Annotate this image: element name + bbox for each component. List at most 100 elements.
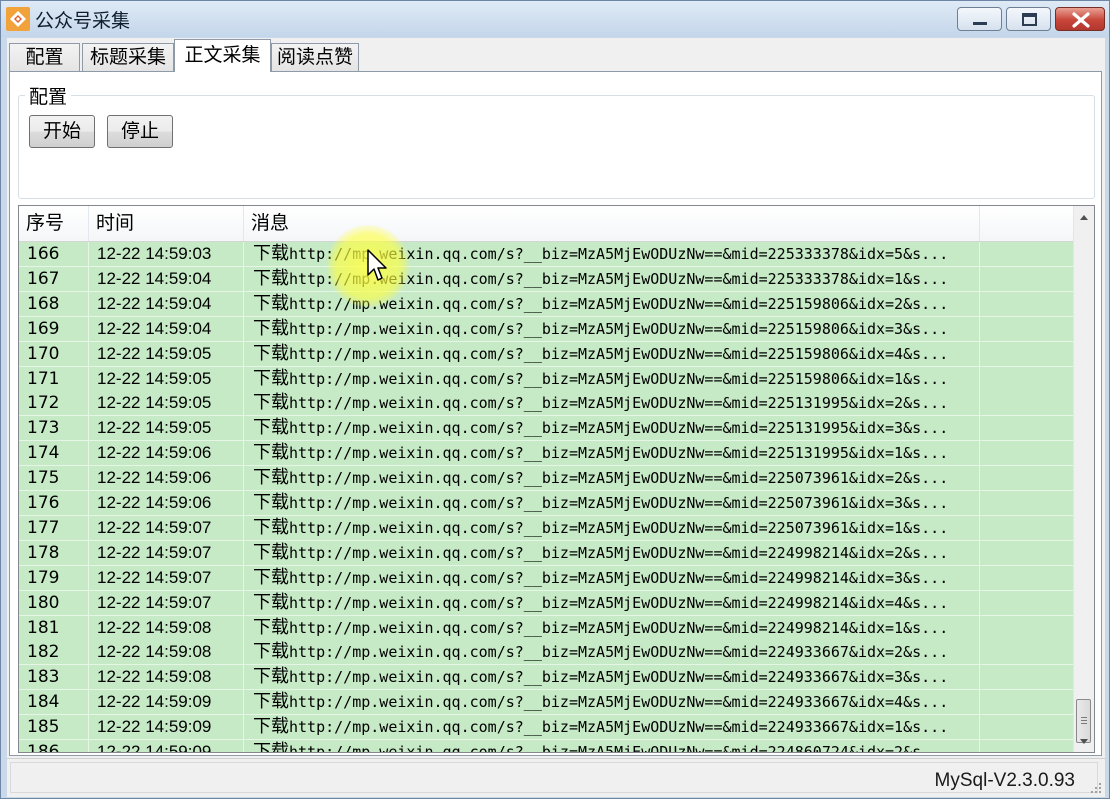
row-message-url: http://mp.weixin.qq.com/s?__biz=MzA5MjEw… xyxy=(289,618,949,637)
row-message-prefix: 下载 xyxy=(253,492,289,513)
row-empty-cell xyxy=(980,391,1075,416)
row-message-url: http://mp.weixin.qq.com/s?__biz=MzA5MjEw… xyxy=(289,369,949,388)
row-time: 12-22 14:59:07 xyxy=(89,515,244,540)
stop-button[interactable]: 停止 xyxy=(107,115,173,148)
minimize-icon xyxy=(973,22,987,25)
table-row[interactable]: 170 12-22 14:59:05 下载http://mp.weixin.qq.c… xyxy=(19,341,1075,367)
table-row[interactable]: 168 12-22 14:59:04 下载http://mp.weixin.qq.c… xyxy=(19,291,1075,317)
table-row[interactable]: 173 12-22 14:59:05 下载http://mp.weixin.qq.c… xyxy=(19,416,1075,442)
row-message-prefix: 下载 xyxy=(253,666,289,688)
row-empty-cell xyxy=(980,715,1075,740)
tab-read-like[interactable]: 阅读点赞 xyxy=(271,43,359,71)
row-message-prefix: 下载 xyxy=(253,741,289,753)
row-empty-cell xyxy=(980,740,1075,752)
row-seq: 182 xyxy=(19,640,89,665)
log-listview[interactable]: 序号 时间 消息 166 12-22 14:59:03 下载http://mp.we… xyxy=(18,205,1095,753)
table-row[interactable]: 176 12-22 14:59:06 下载http://mp.weixin.qq.c… xyxy=(19,491,1075,516)
table-row[interactable]: 184 12-22 14:59:09 下载http://mp.weixin.qq.c… xyxy=(19,690,1075,716)
tab-config[interactable]: 配置 xyxy=(9,43,80,71)
table-row[interactable]: 169 12-22 14:59:04 下载http://mp.weixin.qq.c… xyxy=(19,316,1075,342)
row-message: 下载http://mp.weixin.qq.com/s?__biz=MzA5Mj… xyxy=(244,615,980,640)
row-seq: 171 xyxy=(19,366,89,391)
table-row[interactable]: 181 12-22 14:59:08 下载http://mp.weixin.qq.c… xyxy=(19,615,1075,641)
row-message-url: http://mp.weixin.qq.com/s?__biz=MzA5MjEw… xyxy=(289,294,949,313)
row-message: 下载http://mp.weixin.qq.com/s?__biz=MzA5Mj… xyxy=(244,416,980,441)
vertical-scrollbar[interactable] xyxy=(1073,206,1094,752)
row-time: 12-22 14:59:08 xyxy=(89,665,244,690)
row-message-url: http://mp.weixin.qq.com/s?__biz=MzA5MjEw… xyxy=(289,394,949,413)
row-message-url: http://mp.weixin.qq.com/s?__biz=MzA5MjEw… xyxy=(289,643,949,662)
table-row[interactable]: 178 12-22 14:59:07 下载http://mp.weixin.qq.c… xyxy=(19,540,1075,566)
row-seq: 176 xyxy=(19,491,89,515)
table-row[interactable]: 166 12-22 14:59:03 下载http://mp.weixin.qq.c… xyxy=(19,242,1075,267)
mouse-cursor-icon xyxy=(367,249,387,281)
row-time: 12-22 14:59:05 xyxy=(89,416,244,441)
row-time: 12-22 14:59:03 xyxy=(89,242,244,266)
row-message: 下载http://mp.weixin.qq.com/s?__biz=MzA5Mj… xyxy=(244,590,980,615)
row-message: 下载http://mp.weixin.qq.com/s?__biz=MzA5Mj… xyxy=(244,491,980,515)
start-button[interactable]: 开始 xyxy=(29,115,95,148)
table-row[interactable]: 183 12-22 14:59:08 下载http://mp.weixin.qq.c… xyxy=(19,665,1075,691)
title-bar[interactable]: 公众号采集 xyxy=(1,1,1109,37)
row-message-prefix: 下载 xyxy=(253,591,289,613)
table-row[interactable]: 180 12-22 14:59:07 下载http://mp.weixin.qq.c… xyxy=(19,590,1075,616)
table-row[interactable]: 174 12-22 14:59:06 下载http://mp.weixin.qq.c… xyxy=(19,441,1075,467)
table-row[interactable]: 185 12-22 14:59:09 下载http://mp.weixin.qq.c… xyxy=(19,715,1075,741)
row-message-url: http://mp.weixin.qq.com/s?__biz=MzA5MjEw… xyxy=(289,518,949,537)
tab-title-collect[interactable]: 标题采集 xyxy=(82,43,174,71)
table-row[interactable]: 172 12-22 14:59:05 下载http://mp.weixin.qq.c… xyxy=(19,391,1075,417)
row-seq: 169 xyxy=(19,316,89,341)
row-time: 12-22 14:59:08 xyxy=(89,615,244,640)
column-header-seq[interactable]: 序号 xyxy=(19,206,89,241)
row-message-prefix: 下载 xyxy=(253,442,289,464)
scroll-down-icon[interactable] xyxy=(1074,731,1094,751)
table-row[interactable]: 182 12-22 14:59:08 下载http://mp.weixin.qq.c… xyxy=(19,640,1075,666)
row-time: 12-22 14:59:07 xyxy=(89,565,244,590)
row-message-prefix: 下载 xyxy=(253,417,289,439)
column-header-message[interactable]: 消息 xyxy=(244,206,980,241)
row-empty-cell xyxy=(980,665,1075,690)
row-message-url: http://mp.weixin.qq.com/s?__biz=MzA5MjEw… xyxy=(289,494,949,512)
row-message: 下载http://mp.weixin.qq.com/s?__biz=MzA5Mj… xyxy=(244,291,980,316)
row-empty-cell xyxy=(980,316,1075,341)
column-header-time[interactable]: 时间 xyxy=(89,206,244,241)
row-seq: 174 xyxy=(19,441,89,466)
table-row[interactable]: 171 12-22 14:59:05 下载http://mp.weixin.qq.c… xyxy=(19,366,1075,392)
row-message: 下载http://mp.weixin.qq.com/s?__biz=MzA5Mj… xyxy=(244,515,980,540)
config-group-label: 配置 xyxy=(25,82,72,109)
row-seq: 186 xyxy=(19,740,89,752)
maximize-button[interactable] xyxy=(1006,7,1051,31)
maximize-icon xyxy=(1022,13,1037,26)
row-message-prefix: 下载 xyxy=(253,342,289,364)
scroll-up-icon[interactable] xyxy=(1074,208,1094,228)
table-row[interactable]: 186 12-22 14:59:09 下载http://mp.weixin.qq.c… xyxy=(19,740,1075,753)
minimize-button[interactable] xyxy=(957,7,1002,31)
row-message-prefix: 下载 xyxy=(253,243,289,264)
table-row[interactable]: 167 12-22 14:59:04 下载http://mp.weixin.qq.c… xyxy=(19,266,1075,292)
row-message: 下载http://mp.weixin.qq.com/s?__biz=MzA5Mj… xyxy=(244,466,980,491)
row-empty-cell xyxy=(980,690,1075,715)
table-row[interactable]: 175 12-22 14:59:06 下载http://mp.weixin.qq.c… xyxy=(19,466,1075,492)
table-row[interactable]: 177 12-22 14:59:07 下载http://mp.weixin.qq.c… xyxy=(19,515,1075,541)
row-time: 12-22 14:59:09 xyxy=(89,740,244,752)
row-empty-cell xyxy=(980,416,1075,441)
row-seq: 183 xyxy=(19,665,89,690)
row-message-url: http://mp.weixin.qq.com/s?__biz=MzA5MjEw… xyxy=(289,344,949,363)
row-time: 12-22 14:59:07 xyxy=(89,540,244,565)
app-icon xyxy=(6,7,30,31)
resize-grip-icon[interactable] xyxy=(1089,781,1103,795)
row-message-prefix: 下载 xyxy=(253,516,289,538)
row-message: 下载http://mp.weixin.qq.com/s?__biz=MzA5Mj… xyxy=(244,640,980,665)
row-empty-cell xyxy=(980,242,1075,266)
row-message: 下载http://mp.weixin.qq.com/s?__biz=MzA5Mj… xyxy=(244,540,980,565)
row-message-prefix: 下载 xyxy=(253,367,289,389)
row-empty-cell xyxy=(980,590,1075,615)
close-button[interactable] xyxy=(1055,7,1105,31)
tab-content-collect[interactable]: 正文采集 xyxy=(174,39,271,72)
list-header: 序号 时间 消息 xyxy=(19,206,1075,242)
row-seq: 180 xyxy=(19,590,89,615)
row-message: 下载http://mp.weixin.qq.com/s?__biz=MzA5Mj… xyxy=(244,715,980,740)
table-row[interactable]: 179 12-22 14:59:07 下载http://mp.weixin.qq.c… xyxy=(19,565,1075,591)
row-empty-cell xyxy=(980,366,1075,391)
row-message: 下载http://mp.weixin.qq.com/s?__biz=MzA5Mj… xyxy=(244,316,980,341)
